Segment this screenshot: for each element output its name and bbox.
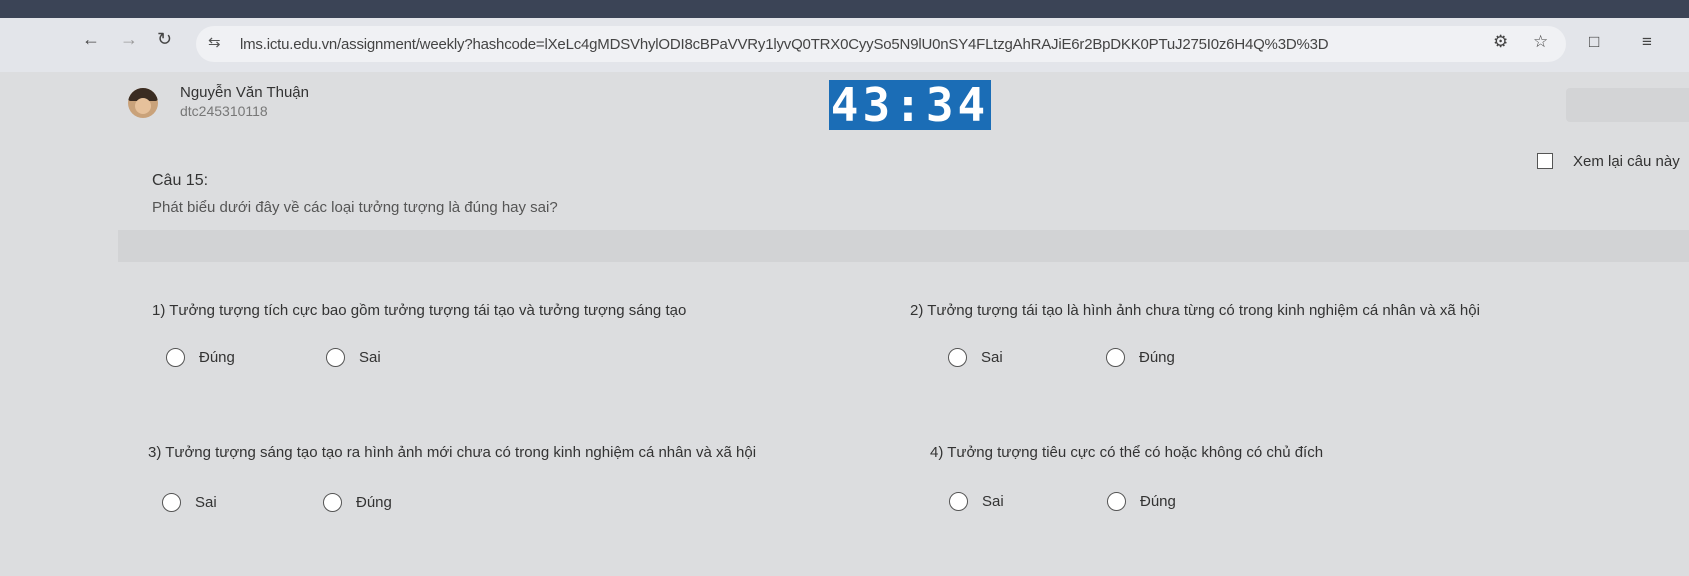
site-settings-icon[interactable]: ⇆ xyxy=(208,33,221,51)
reload-icon[interactable]: ↻ xyxy=(157,30,172,48)
key-icon[interactable]: ⚙ xyxy=(1493,32,1508,52)
statement-1: 1) Tưởng tượng tích cực bao gồm tưởng tư… xyxy=(152,302,687,319)
radio-button[interactable] xyxy=(1107,492,1126,511)
forward-arrow-icon[interactable]: → xyxy=(120,30,138,48)
statement-1-option-1[interactable]: Đúng xyxy=(166,348,235,367)
avatar xyxy=(128,88,158,118)
statement-2-option-2[interactable]: Đúng xyxy=(1106,348,1175,367)
user-id: dtc245310118 xyxy=(180,103,268,119)
page-body xyxy=(0,72,1689,576)
statement-3: 3) Tưởng tượng sáng tạo tạo ra hình ảnh … xyxy=(148,444,757,461)
statement-4-option-1[interactable]: Sai xyxy=(949,492,1004,511)
countdown-timer: 43:34 xyxy=(829,78,991,132)
menu-icon[interactable]: ≡ xyxy=(1642,32,1652,52)
statement-4-option-2[interactable]: Đúng xyxy=(1107,492,1176,511)
statement-4: 4) Tưởng tượng tiêu cực có thể có hoặc k… xyxy=(930,444,1324,461)
browser-tab-strip xyxy=(0,0,1689,18)
question-text: Phát biểu dưới đây về các loại tưởng tượ… xyxy=(152,199,558,216)
submit-button[interactable] xyxy=(1566,88,1689,122)
radio-button[interactable] xyxy=(1106,348,1125,367)
statement-3-option-2[interactable]: Đúng xyxy=(323,493,392,512)
star-icon[interactable]: ☆ xyxy=(1533,32,1548,52)
question-divider xyxy=(118,230,1689,262)
extensions-icon[interactable]: □ xyxy=(1589,32,1599,52)
back-arrow-icon[interactable]: ← xyxy=(82,30,100,48)
radio-button[interactable] xyxy=(949,492,968,511)
radio-button[interactable] xyxy=(166,348,185,367)
statement-3-option-1[interactable]: Sai xyxy=(162,493,217,512)
statement-1-option-2[interactable]: Sai xyxy=(326,348,381,367)
radio-button[interactable] xyxy=(948,348,967,367)
review-label[interactable]: Xem lại câu này xyxy=(1573,153,1680,170)
question-title: Câu 15: xyxy=(152,172,209,189)
radio-button[interactable] xyxy=(323,493,342,512)
statement-2-option-1[interactable]: Sai xyxy=(948,348,1003,367)
review-checkbox[interactable] xyxy=(1537,153,1553,169)
radio-button[interactable] xyxy=(162,493,181,512)
user-name: Nguyễn Văn Thuận xyxy=(180,84,309,101)
radio-button[interactable] xyxy=(326,348,345,367)
statement-2: 2) Tưởng tượng tái tạo là hình ảnh chưa … xyxy=(910,302,1480,319)
url-text[interactable]: lms.ictu.edu.vn/assignment/weekly?hashco… xyxy=(240,36,1329,53)
